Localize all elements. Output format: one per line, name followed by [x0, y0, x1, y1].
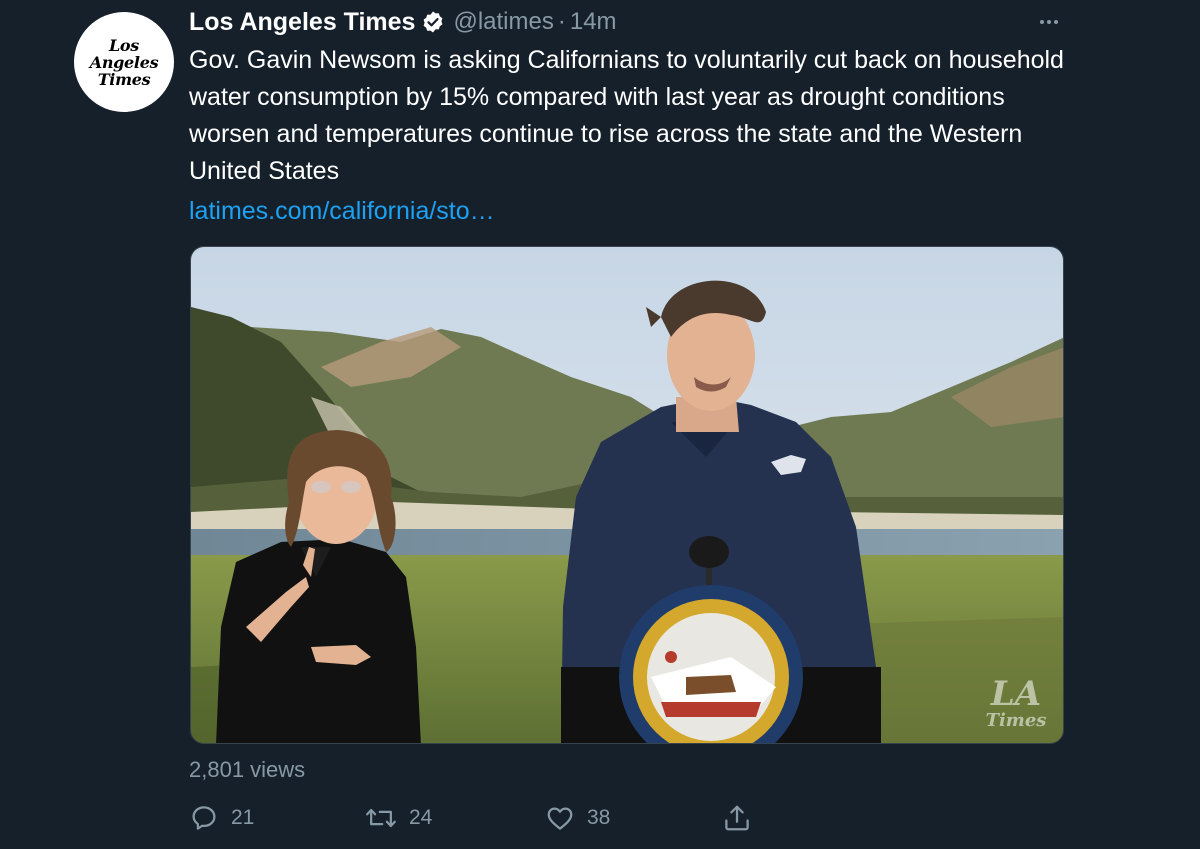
separator-dot: ·	[557, 8, 566, 35]
heart-icon	[547, 807, 573, 830]
verified-badge-icon	[421, 10, 445, 34]
tweet[interactable]: Los Angeles Times Los Angeles Times @lat…	[0, 0, 1200, 849]
timestamp[interactable]: 14m	[570, 8, 617, 36]
press-conference-photo	[191, 247, 1063, 743]
reply-bubble-icon	[192, 806, 216, 830]
like-button[interactable]: 38	[545, 800, 610, 836]
display-name[interactable]: Los Angeles Times	[189, 8, 415, 37]
share-upload-icon	[725, 805, 749, 831]
reply-count: 21	[231, 806, 255, 829]
view-count: 2,801 views	[189, 757, 306, 782]
tweet-header: Los Angeles Times @latimes · 14m	[189, 4, 617, 40]
latimes-watermark: LA Times	[985, 674, 1047, 731]
retweet-count: 24	[409, 806, 433, 829]
video-thumbnail[interactable]: LA Times	[190, 246, 1064, 744]
retweet-arrows-icon	[366, 808, 396, 828]
retweet-button[interactable]: 24	[365, 800, 432, 836]
share-button[interactable]	[722, 800, 752, 836]
latimes-logo: Los Angeles Times	[89, 35, 159, 89]
more-dots-icon[interactable]	[1032, 8, 1066, 36]
handle[interactable]: @latimes	[453, 8, 553, 36]
tweet-actions: 21 24 38	[189, 800, 769, 836]
tweet-link[interactable]: latimes.com/california/sto…	[189, 193, 495, 230]
avatar[interactable]: Los Angeles Times	[74, 12, 174, 112]
like-count: 38	[587, 806, 611, 829]
tweet-text: Gov. Gavin Newsom is asking Californians…	[189, 46, 1064, 185]
reply-button[interactable]: 21	[189, 800, 254, 836]
